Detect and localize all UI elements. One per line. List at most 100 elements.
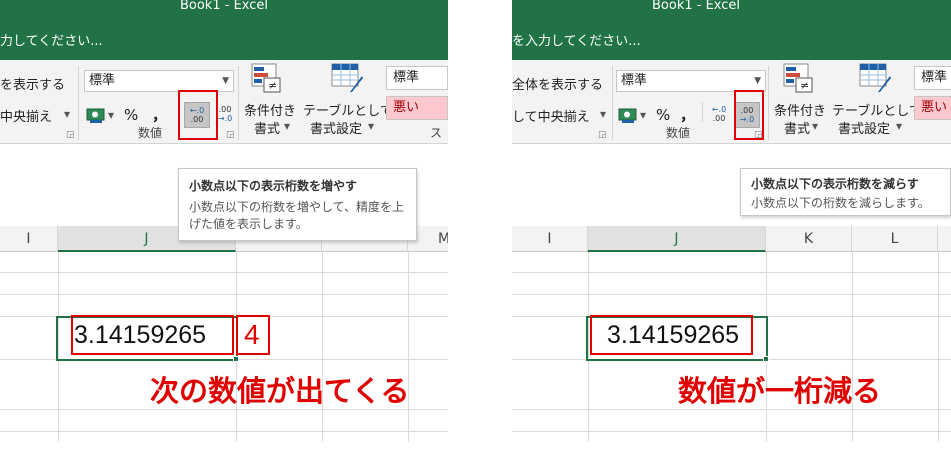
number-format-value: 標準: [621, 73, 648, 88]
number-format-value: 標準: [89, 73, 116, 88]
window-title: Book1 - Excel: [652, 0, 741, 13]
cell-style-normal-label: 標準: [921, 70, 948, 85]
cell-style-normal-label: 標準: [393, 70, 420, 85]
number-group-label: 数値: [666, 126, 691, 140]
column-header-j[interactable]: J: [588, 226, 766, 252]
number-group-label: 数値: [138, 126, 163, 140]
grid-line: [0, 272, 448, 273]
dialog-launcher-icon[interactable]: ◲: [598, 130, 607, 140]
grid-line: [408, 252, 409, 442]
tooltip-title: 小数点以下の表示桁数を増やす: [189, 179, 358, 193]
wrap-text-button[interactable]: を表示する: [0, 74, 65, 93]
format-as-table-label-2[interactable]: 書式設定: [838, 118, 890, 137]
grid-line: [512, 431, 951, 432]
grid-line: [322, 252, 323, 442]
dialog-launcher-icon[interactable]: ◲: [66, 130, 75, 140]
window-title: Book1 - Excel: [179, 0, 269, 13]
merge-center-button[interactable]: 中央揃え: [0, 106, 52, 125]
conditional-formatting-icon[interactable]: ≠: [782, 62, 816, 94]
tooltip-title: 小数点以下の表示桁数を減らす: [751, 177, 919, 191]
grid-line: [0, 294, 448, 295]
cell-value: 3.14159265: [607, 321, 740, 349]
styles-group-label: ス: [430, 126, 443, 140]
percent-style-button[interactable]: %: [124, 106, 138, 124]
wrap-text-button[interactable]: 全体を表示する: [512, 74, 603, 93]
tooltip-increase-decimal: 小数点以下の表示桁数を増やす 小数点以下の桁数を増やして、精度を上げた値を表示し…: [178, 168, 417, 241]
ribbon-home: を表示する 中央揃え ▾ ◲ 標準 ▼ ▾ % ， ←.0 .00 .00 →.…: [0, 60, 448, 144]
fill-handle[interactable]: [763, 356, 769, 362]
cell-style-bad[interactable]: 悪い: [914, 96, 951, 120]
chevron-down-icon[interactable]: ▼: [222, 71, 229, 91]
cell-style-normal[interactable]: 標準: [914, 66, 951, 90]
window-title-bar: Book1 - Excel: [512, 0, 951, 16]
fill-handle[interactable]: [233, 356, 239, 362]
merge-center-dropdown-arrow[interactable]: ▾: [600, 107, 606, 121]
highlight-increase-decimal: [178, 90, 218, 140]
cell-style-bad-label: 悪い: [921, 100, 948, 115]
chevron-down-icon[interactable]: ▾: [368, 119, 374, 133]
increase-decimal-top: ←.0: [711, 105, 727, 114]
tell-me-placeholder: 力してください...: [0, 34, 103, 49]
comma-style-button[interactable]: ，: [680, 104, 695, 125]
conditional-formatting-icon[interactable]: ≠: [250, 62, 284, 94]
format-as-table-label-1[interactable]: テーブルとして: [303, 100, 393, 119]
svg-text:≠: ≠: [800, 79, 809, 92]
tooltip-description: 小数点以下の桁数を増やして、精度を上げた値を表示します。: [189, 200, 405, 231]
number-format-combo[interactable]: 標準 ▼: [616, 70, 766, 92]
increase-decimal-bottom: .00: [712, 114, 726, 123]
conditional-formatting-label-1[interactable]: 条件付き: [774, 100, 826, 119]
dialog-launcher-icon[interactable]: ◲: [226, 130, 235, 140]
left-screenshot-panel: Book1 - Excel 力してください... を表示する 中央揃え ▾ ◲ …: [0, 0, 448, 452]
conditional-formatting-label-2[interactable]: 書式: [784, 118, 810, 137]
tooltip-description: 小数点以下の桁数を減らします。: [751, 196, 930, 210]
number-format-combo[interactable]: 標準 ▼: [84, 70, 234, 92]
merge-center-dropdown-arrow[interactable]: ▾: [64, 107, 70, 121]
grid-line: [852, 252, 853, 442]
currency-dropdown-arrow[interactable]: ▾: [640, 108, 646, 122]
chevron-down-icon[interactable]: ▾: [896, 119, 902, 133]
conditional-formatting-label-2[interactable]: 書式: [254, 118, 280, 137]
tooltip-decrease-decimal: 小数点以下の表示桁数を減らす 小数点以下の桁数を減らします。: [740, 168, 951, 216]
svg-text:≠: ≠: [268, 79, 277, 92]
currency-format-icon[interactable]: [618, 106, 638, 124]
dialog-launcher-icon[interactable]: ◲: [754, 130, 763, 140]
column-header-m[interactable]: [938, 226, 951, 252]
currency-dropdown-arrow[interactable]: ▾: [108, 108, 114, 122]
cell-style-bad-label: 悪い: [393, 100, 420, 115]
tell-me-search[interactable]: を入力してください...: [512, 16, 951, 60]
column-header-l[interactable]: L: [852, 226, 938, 252]
increase-decimal-button[interactable]: ←.0 .00: [706, 102, 732, 128]
currency-format-icon[interactable]: [86, 106, 106, 124]
format-as-table-icon[interactable]: [858, 62, 892, 94]
window-title-bar: Book1 - Excel: [0, 0, 448, 16]
chevron-down-icon[interactable]: ▾: [284, 119, 290, 133]
right-screenshot-panel: Book1 - Excel を入力してください... 全体を表示する して中央揃…: [512, 0, 951, 452]
tell-me-placeholder: を入力してください...: [512, 34, 641, 49]
merge-center-button[interactable]: して中央揃え: [512, 106, 590, 125]
group-divider: [78, 66, 79, 140]
grid-line: [512, 272, 951, 273]
format-as-table-label-1[interactable]: テーブルとして: [832, 100, 922, 119]
tell-me-search[interactable]: 力してください...: [0, 16, 448, 60]
added-digit: 4: [244, 319, 260, 350]
chevron-down-icon[interactable]: ▼: [754, 71, 761, 91]
grid-line: [512, 294, 951, 295]
group-divider: [612, 66, 613, 140]
format-as-table-label-2[interactable]: 書式設定: [310, 118, 362, 137]
annotation-text: 数値が一桁減る: [678, 374, 882, 408]
chevron-down-icon[interactable]: ▾: [812, 119, 818, 133]
cell-style-normal[interactable]: 標準: [386, 66, 448, 90]
group-divider: [238, 66, 239, 140]
comma-style-button[interactable]: ，: [152, 104, 167, 125]
cell-style-bad[interactable]: 悪い: [386, 96, 448, 120]
grid-line: [0, 431, 448, 432]
column-header-i[interactable]: I: [512, 226, 588, 252]
ribbon-home: 全体を表示する して中央揃え ▾ ◲ 標準 ▼ ▾ % ， ←.0 .00 .0…: [512, 60, 951, 144]
column-header-i[interactable]: I: [0, 226, 58, 252]
column-header-k[interactable]: K: [766, 226, 852, 252]
conditional-formatting-label-1[interactable]: 条件付き: [244, 100, 296, 119]
percent-style-button[interactable]: %: [656, 106, 670, 124]
grid-line: [938, 252, 939, 442]
format-as-table-icon[interactable]: [330, 62, 364, 94]
group-divider: [702, 102, 703, 122]
